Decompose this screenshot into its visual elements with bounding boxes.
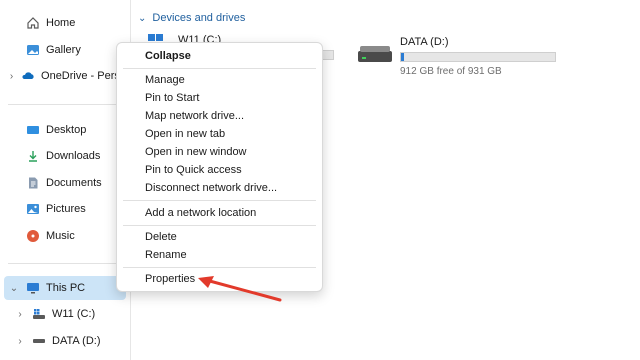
chevron-right-icon[interactable]: › xyxy=(14,336,26,347)
sidebar-item-label: Music xyxy=(46,230,75,242)
chevron-down-icon: ⌄ xyxy=(138,12,147,24)
download-icon xyxy=(26,149,40,163)
menu-item-map-network-drive[interactable]: Map network drive... xyxy=(145,110,244,122)
sidebar-item-documents[interactable]: Documents xyxy=(8,172,126,194)
navigation-pane: Home Gallery › OneDrive - Perso Desktop … xyxy=(0,0,131,360)
sidebar-item-data-drive[interactable]: › DATA (D:) xyxy=(14,330,132,352)
menu-separator xyxy=(123,267,316,268)
documents-icon xyxy=(26,176,40,190)
chevron-down-icon[interactable]: ⌄ xyxy=(8,283,20,294)
annotation-arrow-icon xyxy=(198,276,282,302)
menu-item-add-network-location[interactable]: Add a network location xyxy=(145,207,256,219)
sidebar-item-label: Pictures xyxy=(46,203,86,215)
sidebar-item-pictures[interactable]: Pictures xyxy=(8,198,126,220)
windows-drive-icon xyxy=(32,307,46,321)
pictures-icon xyxy=(26,202,40,216)
chevron-right-icon[interactable]: › xyxy=(14,309,26,320)
sidebar-item-label: OneDrive - Perso xyxy=(41,70,126,82)
drive-tile-d[interactable]: DATA (D:) 912 GB free of 931 GB xyxy=(358,36,556,77)
home-icon xyxy=(26,16,40,30)
drive-name: DATA (D:) xyxy=(400,36,449,48)
sidebar-item-label: W11 (C:) xyxy=(52,308,96,320)
sidebar-item-onedrive[interactable]: › OneDrive - Perso xyxy=(8,65,126,87)
gallery-icon xyxy=(26,43,40,57)
drive-usage-bar xyxy=(400,52,556,62)
sidebar-item-desktop[interactable]: Desktop xyxy=(8,119,126,141)
sidebar-item-label: Documents xyxy=(46,177,102,189)
section-header-devices[interactable]: ⌄ Devices and drives xyxy=(138,12,245,24)
menu-item-collapse[interactable]: Collapse xyxy=(145,50,191,62)
menu-item-pin-to-start[interactable]: Pin to Start xyxy=(145,92,199,104)
computer-icon xyxy=(26,281,40,295)
sidebar-item-label: Home xyxy=(46,17,76,29)
drive-icon xyxy=(32,334,46,348)
menu-separator xyxy=(123,68,316,69)
menu-item-properties[interactable]: Properties xyxy=(145,273,195,285)
sidebar-item-home[interactable]: Home xyxy=(8,12,126,34)
music-icon xyxy=(26,229,40,243)
menu-item-delete[interactable]: Delete xyxy=(145,231,177,243)
menu-separator xyxy=(123,225,316,226)
section-title: Devices and drives xyxy=(152,12,246,24)
sidebar-item-gallery[interactable]: Gallery xyxy=(8,39,126,61)
sidebar-item-label: Gallery xyxy=(46,44,81,56)
sidebar-item-label: Downloads xyxy=(46,150,101,162)
sidebar-item-w11-drive[interactable]: › W11 (C:) xyxy=(14,303,132,325)
sidebar-divider xyxy=(8,104,122,105)
sidebar-divider xyxy=(8,263,122,264)
menu-separator xyxy=(123,200,316,201)
sidebar-item-label: DATA (D:) xyxy=(52,335,101,347)
sidebar-item-label: This PC xyxy=(46,282,86,294)
sidebar-item-label: Desktop xyxy=(46,124,87,136)
menu-item-disconnect-network-drive[interactable]: Disconnect network drive... xyxy=(145,182,277,194)
menu-item-open-in-new-tab[interactable]: Open in new tab xyxy=(145,128,225,140)
cloud-icon xyxy=(21,69,35,83)
menu-item-open-in-new-window[interactable]: Open in new window xyxy=(145,146,247,158)
context-menu: Collapse Manage Pin to Start Map network… xyxy=(116,42,323,292)
drive-icon xyxy=(358,46,392,67)
menu-item-pin-to-quick-access[interactable]: Pin to Quick access xyxy=(145,164,242,176)
sidebar-item-this-pc[interactable]: ⌄ This PC xyxy=(8,277,126,299)
chevron-right-icon[interactable]: › xyxy=(8,71,15,82)
drive-free-space: 912 GB free of 931 GB xyxy=(400,66,502,77)
sidebar-item-music[interactable]: Music xyxy=(8,225,126,247)
menu-item-manage[interactable]: Manage xyxy=(145,74,185,86)
desktop-folder-icon xyxy=(26,123,40,137)
menu-item-rename[interactable]: Rename xyxy=(145,249,187,261)
sidebar-item-downloads[interactable]: Downloads xyxy=(8,145,126,167)
